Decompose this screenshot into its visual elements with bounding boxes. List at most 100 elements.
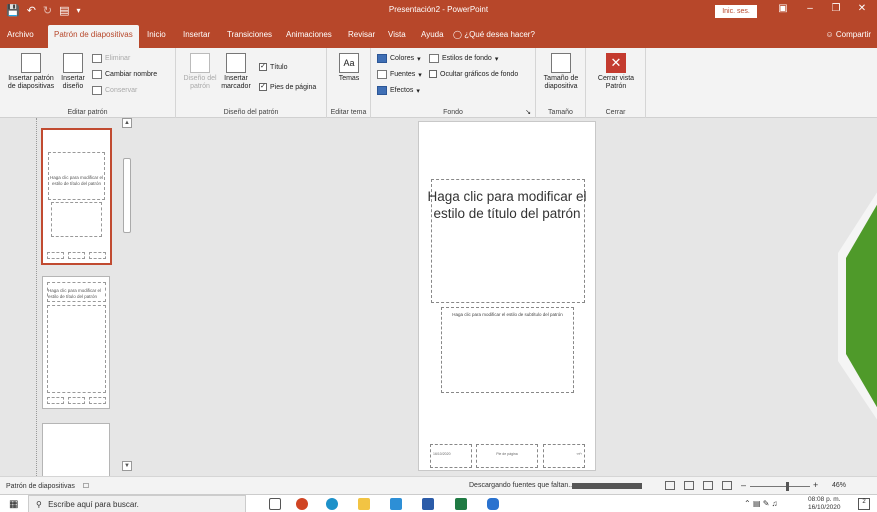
- layout-thumbnail[interactable]: Haga clic para modificar el estilo de tí…: [42, 276, 110, 409]
- insert-placeholder-button[interactable]: Insertar marcador: [218, 53, 254, 91]
- tab-animaciones[interactable]: Animaciones: [286, 30, 332, 39]
- group-label-diseno-patron: Diseño del patrón: [223, 109, 279, 116]
- scroll-down-icon[interactable]: ▼: [122, 461, 132, 471]
- slide-master-thumbnail[interactable]: Haga clic para modificar el estilo de tí…: [41, 128, 112, 265]
- zoom-out-icon[interactable]: –: [741, 480, 746, 490]
- group-diseno-patron: Diseño del patrón Insertar marcador ✓ Tí…: [176, 48, 327, 118]
- group-editar-patron: Insertar patrón de diapositivas Insertar…: [0, 48, 176, 118]
- reading-view-icon[interactable]: [703, 481, 713, 490]
- master-layout-label: Diseño del patrón: [183, 75, 217, 90]
- title-checkbox-box[interactable]: ✓: [259, 63, 267, 71]
- zoom-level[interactable]: 46%: [832, 482, 846, 489]
- file-explorer-icon[interactable]: [358, 498, 370, 510]
- thumb-footer-right: [89, 252, 106, 259]
- rename-button[interactable]: Cambiar nombre: [92, 70, 157, 79]
- volume-icon[interactable]: ♫: [772, 499, 778, 508]
- task-view-icon[interactable]: [269, 498, 281, 510]
- tab-inicio[interactable]: Inicio: [147, 30, 166, 39]
- chevron-up-icon[interactable]: ⌃: [744, 499, 751, 508]
- preserve-label: Conservar: [105, 87, 138, 94]
- system-tray[interactable]: ⌃ ▤ ✎ ♫: [744, 499, 778, 508]
- rename-icon: [92, 70, 102, 79]
- title-checkbox[interactable]: ✓ Título: [259, 63, 288, 71]
- slide-size-button[interactable]: Tamaño de diapositiva: [540, 53, 582, 91]
- tab-vista[interactable]: Vista: [388, 30, 406, 39]
- preserve-button[interactable]: Conservar: [92, 86, 137, 95]
- edge-app-icon[interactable]: [326, 498, 338, 510]
- tab-patron-diapositivas[interactable]: Patrón de diapositivas: [48, 25, 139, 48]
- layout-icon: [63, 53, 83, 73]
- chevron-down-icon: ▾: [418, 71, 422, 79]
- lightbulb-icon: ◯: [453, 30, 462, 39]
- layout-thumbnail[interactable]: [42, 423, 110, 483]
- tab-insertar[interactable]: Insertar: [183, 30, 210, 39]
- footers-checkbox-box[interactable]: ✓: [259, 83, 267, 91]
- windows-start-icon[interactable]: ▦: [9, 499, 18, 510]
- thumb-content-placeholder: [47, 305, 106, 393]
- taskbar-search[interactable]: ⚲ Escribe aquí para buscar.: [28, 495, 246, 512]
- subtitle-placeholder[interactable]: Haga clic para modificar el estilo de su…: [441, 307, 574, 393]
- close-icon[interactable]: ✕: [852, 3, 872, 14]
- scrollbar-thumb[interactable]: [123, 158, 131, 233]
- slide-sorter-icon[interactable]: [684, 481, 694, 490]
- tell-me-search[interactable]: ◯ ¿Qué desea hacer?: [453, 30, 535, 39]
- notifications-icon[interactable]: 2: [858, 498, 870, 510]
- signin-button[interactable]: Inic. ses.: [715, 5, 757, 18]
- clock-time: 08:08 p. m.: [808, 496, 841, 503]
- restore-icon[interactable]: ❐: [826, 3, 846, 14]
- delete-icon: [92, 54, 102, 63]
- thumbnail-scrollbar[interactable]: ▲ ▼: [122, 118, 132, 476]
- hide-background-checkbox-box[interactable]: [429, 70, 437, 78]
- powerpoint-app-icon[interactable]: [296, 498, 308, 510]
- minimize-icon[interactable]: –: [800, 3, 820, 14]
- slide-canvas[interactable]: Haga clic para modificar el estilo de tí…: [418, 121, 596, 471]
- pen-icon[interactable]: ✎: [763, 499, 770, 508]
- slide-master-icon: [21, 53, 41, 73]
- delete-button[interactable]: Eliminar: [92, 54, 130, 63]
- clock-date: 16/10/2020: [808, 503, 841, 511]
- zoom-slider-handle[interactable]: [786, 482, 789, 491]
- themes-button[interactable]: Aa Temas: [335, 53, 363, 83]
- zoom-in-icon[interactable]: +: [813, 480, 818, 490]
- accessibility-icon[interactable]: ☐: [83, 483, 89, 490]
- footer-number-text: ‹nº›: [576, 452, 582, 456]
- close-master-icon: ✕: [606, 53, 626, 73]
- tab-transiciones[interactable]: Transiciones: [227, 30, 272, 39]
- windows-taskbar: ▦ ⚲ Escribe aquí para buscar. ⌃ ▤ ✎ ♫ 08…: [0, 494, 877, 512]
- share-button[interactable]: ☺ Compartir: [825, 30, 871, 39]
- tab-archivo[interactable]: Archivo: [7, 30, 34, 39]
- scroll-up-icon[interactable]: ▲: [122, 118, 132, 128]
- footer-number-placeholder[interactable]: ‹nº›: [543, 444, 585, 468]
- footers-checkbox[interactable]: ✓ Pies de página: [259, 83, 316, 91]
- zoom-slider[interactable]: [750, 486, 810, 487]
- master-layout-button[interactable]: Diseño del patrón: [180, 53, 220, 91]
- excel-app-icon[interactable]: [455, 498, 467, 510]
- background-styles-label: Estilos de fondo: [442, 55, 492, 62]
- zoom-app-icon[interactable]: [487, 498, 499, 510]
- slide-title-text: Haga clic para modificar el estilo de tí…: [427, 189, 587, 221]
- status-bar: Patrón de diapositivas ☐ Descargando fue…: [0, 476, 877, 494]
- hide-background-checkbox[interactable]: Ocultar gráficos de fondo: [429, 70, 518, 78]
- normal-view-icon[interactable]: [665, 481, 675, 490]
- chevron-down-icon: ▾: [494, 55, 499, 63]
- store-app-icon[interactable]: [390, 498, 402, 510]
- insert-slide-master-button[interactable]: Insertar patrón de diapositivas: [4, 53, 58, 91]
- close-master-view-button[interactable]: ✕ Cerrar vista Patrón: [592, 53, 640, 91]
- ribbon-display-options-icon[interactable]: ▣: [773, 3, 793, 14]
- tab-revisar[interactable]: Revisar: [348, 30, 375, 39]
- group-label-cerrar: Cerrar: [605, 109, 626, 116]
- network-icon[interactable]: ▤: [753, 499, 761, 508]
- effects-button[interactable]: Efectos ▾: [377, 86, 420, 95]
- colors-button[interactable]: Colores ▾: [377, 54, 421, 63]
- taskbar-clock[interactable]: 08:08 p. m. 16/10/2020: [808, 496, 841, 511]
- dialog-launcher-icon[interactable]: ↘: [525, 108, 531, 116]
- footer-text-placeholder[interactable]: Pie de página: [476, 444, 538, 468]
- group-label-editar-tema: Editar tema: [330, 109, 367, 116]
- fonts-button[interactable]: Fuentes ▾: [377, 70, 422, 79]
- insert-layout-button[interactable]: Insertar diseño: [58, 53, 88, 91]
- slideshow-view-icon[interactable]: [722, 481, 732, 490]
- word-app-icon[interactable]: [422, 498, 434, 510]
- background-styles-button[interactable]: Estilos de fondo ▾: [429, 54, 498, 63]
- footer-date-placeholder[interactable]: 16/10/2020: [430, 444, 472, 468]
- tab-ayuda[interactable]: Ayuda: [421, 30, 444, 39]
